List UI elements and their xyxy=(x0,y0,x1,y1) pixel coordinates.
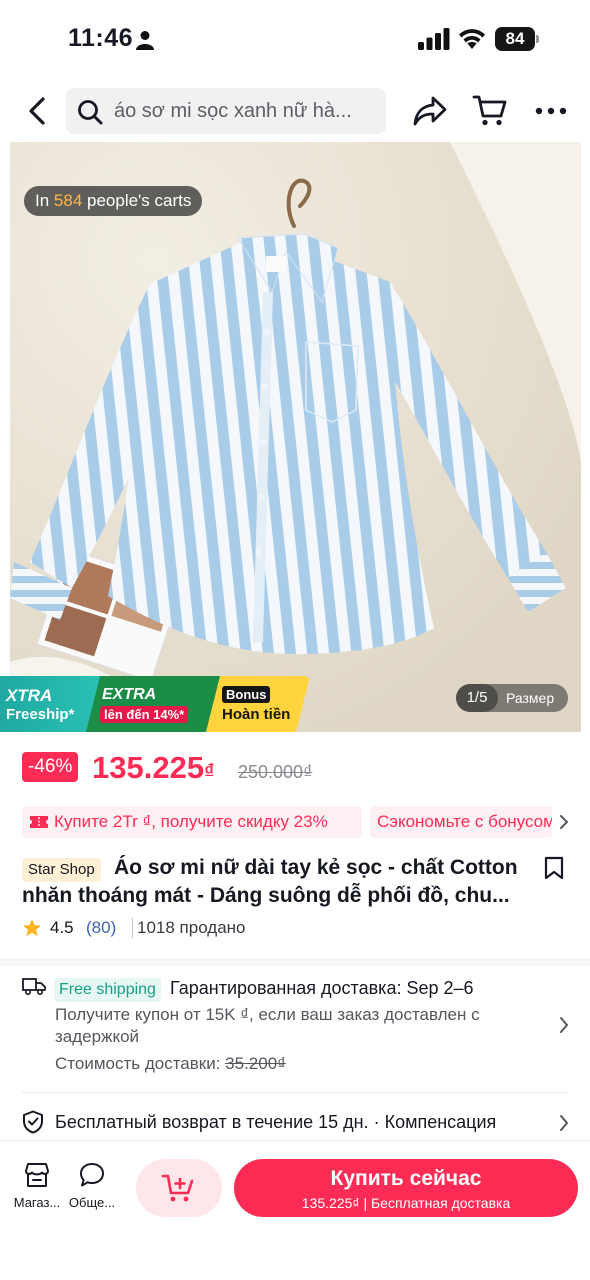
store-icon xyxy=(25,1163,49,1187)
shop-tab[interactable]: Магаз... xyxy=(9,1161,65,1210)
divider xyxy=(22,1092,568,1093)
in-carts-badge: In 584 people's carts xyxy=(24,186,203,216)
chat-tab[interactable]: Обще... xyxy=(64,1161,120,1210)
extra-discount-tag xyxy=(86,676,226,732)
extra-upto-label: lên đến 14%* xyxy=(100,706,189,723)
more-options-icon[interactable] xyxy=(534,100,568,122)
cellular-signal-icon xyxy=(418,28,450,50)
bonus-cashback-tag xyxy=(206,676,310,732)
coupon-1-text: Купите 2Tr ₫, получите скидку 23% xyxy=(54,812,328,831)
product-title-line-1: Áo sơ mi nữ dài tay kẻ sọc - chất Cotton xyxy=(114,856,518,879)
carts-suffix: people's carts xyxy=(82,191,192,210)
currency-symbol: ₫ xyxy=(204,761,215,783)
buy-now-sublabel: 135.225₫ | Бесплатная доставка xyxy=(301,1195,511,1211)
extra-label: EXTRA xyxy=(102,686,157,703)
size-chart-link[interactable]: Размер xyxy=(506,684,554,712)
star-icon xyxy=(23,919,41,937)
chevron-right-icon[interactable] xyxy=(558,1016,570,1034)
shipping-cost-value: 35.200₫ xyxy=(225,1054,286,1073)
status-time: 11:46 xyxy=(68,24,134,52)
chat-bubble-icon xyxy=(80,1163,104,1187)
original-price: 250.000₫ xyxy=(238,762,313,782)
coupon-2-text: Сэкономьте с бонусом xyxy=(377,812,552,831)
add-to-cart-icon xyxy=(161,1174,194,1202)
discount-badge: -46% xyxy=(22,752,79,782)
delivery-truck-icon xyxy=(22,978,46,996)
product-photo xyxy=(10,142,581,732)
free-shipping-badge: Free shipping xyxy=(54,978,161,1002)
late-delivery-coupon-note: Получите купон от 15K ₫, если ваш заказ … xyxy=(55,1005,480,1046)
bonus-label: Bonus xyxy=(222,686,271,703)
cashback-label: Hoàn tiền xyxy=(222,706,291,723)
chevron-right-icon[interactable] xyxy=(558,814,570,830)
sold-count: 1018 продано xyxy=(132,918,246,938)
guaranteed-delivery: Гарантированная доставка: Sep 2–6 xyxy=(170,978,474,998)
top-nav: áo sơ mi sọc xanh nữ hà... xyxy=(0,84,590,140)
battery-level: 84 xyxy=(495,27,535,51)
person-icon xyxy=(136,31,154,50)
search-icon xyxy=(78,100,103,125)
rating-value: 4.5 xyxy=(50,918,74,937)
buy-now-label: Купить сейчас xyxy=(330,1167,482,1190)
wifi-icon xyxy=(459,29,485,49)
current-price-value: 135.225 xyxy=(92,750,205,785)
bookmark-icon[interactable] xyxy=(544,856,564,880)
shop-tab-label: Магаз... xyxy=(13,1195,61,1210)
review-count[interactable]: (80) xyxy=(86,918,116,938)
chevron-right-icon[interactable] xyxy=(558,1114,570,1132)
coupon-row[interactable]: Купите 2Tr ₫, получите скидку 23% Сэконо… xyxy=(22,806,582,838)
share-icon[interactable] xyxy=(412,94,448,128)
product-image[interactable]: In 584 people's carts xyxy=(10,142,581,732)
status-bar: 11:46 84 xyxy=(0,0,590,80)
current-price: 135.225₫ xyxy=(92,750,214,786)
back-arrow-icon[interactable] xyxy=(22,94,56,128)
free-return-policy[interactable]: Бесплатный возврат в течение 15 дн. · Ко… xyxy=(55,1112,525,1133)
chat-tab-label: Обще... xyxy=(68,1195,116,1210)
image-index: 1/5 xyxy=(456,684,498,712)
shipping-cost-label: Стоимость доставки: xyxy=(55,1054,226,1073)
coupon-icon xyxy=(30,816,48,828)
product-title-line-2: nhăn thoáng mát - Dáng suông dễ phối đồ,… xyxy=(22,884,510,907)
image-counter[interactable]: 1/5 Размер xyxy=(456,684,568,712)
add-to-cart-button[interactable] xyxy=(136,1159,222,1217)
battery-icon: 84 xyxy=(495,27,539,51)
carts-count: 584 xyxy=(53,191,83,210)
carts-prefix: In xyxy=(35,191,54,210)
bottom-action-bar: Магаз... Обще... Купить сейчас 135.225₫ … xyxy=(0,1140,590,1280)
coupon-spend-discount[interactable]: Купите 2Tr ₫, получите скидку 23% xyxy=(22,806,362,838)
xtra-label: XTRA xyxy=(6,686,53,705)
search-query: áo sơ mi sọc xanh nữ hà... xyxy=(114,100,352,122)
shop-badge[interactable]: Star Shop xyxy=(22,858,101,882)
section-divider xyxy=(0,958,590,966)
shipping-cost: Стоимость доставки: 35.200₫ xyxy=(55,1054,286,1074)
promo-strip[interactable]: XTRA Freeship* EXTRA lên đến 14%* Bonus … xyxy=(0,676,310,732)
shield-check-icon xyxy=(23,1110,43,1134)
freeship-label: Freeship* xyxy=(6,706,75,723)
search-input[interactable]: áo sơ mi sọc xanh nữ hà... xyxy=(66,88,386,134)
coupon-bonus-savings[interactable]: Сэкономьте с бонусом xyxy=(370,806,552,838)
battery-tip xyxy=(536,35,539,43)
cart-icon[interactable] xyxy=(472,92,508,128)
buy-now-button[interactable]: Купить сейчас 135.225₫ | Бесплатная дост… xyxy=(234,1159,578,1217)
